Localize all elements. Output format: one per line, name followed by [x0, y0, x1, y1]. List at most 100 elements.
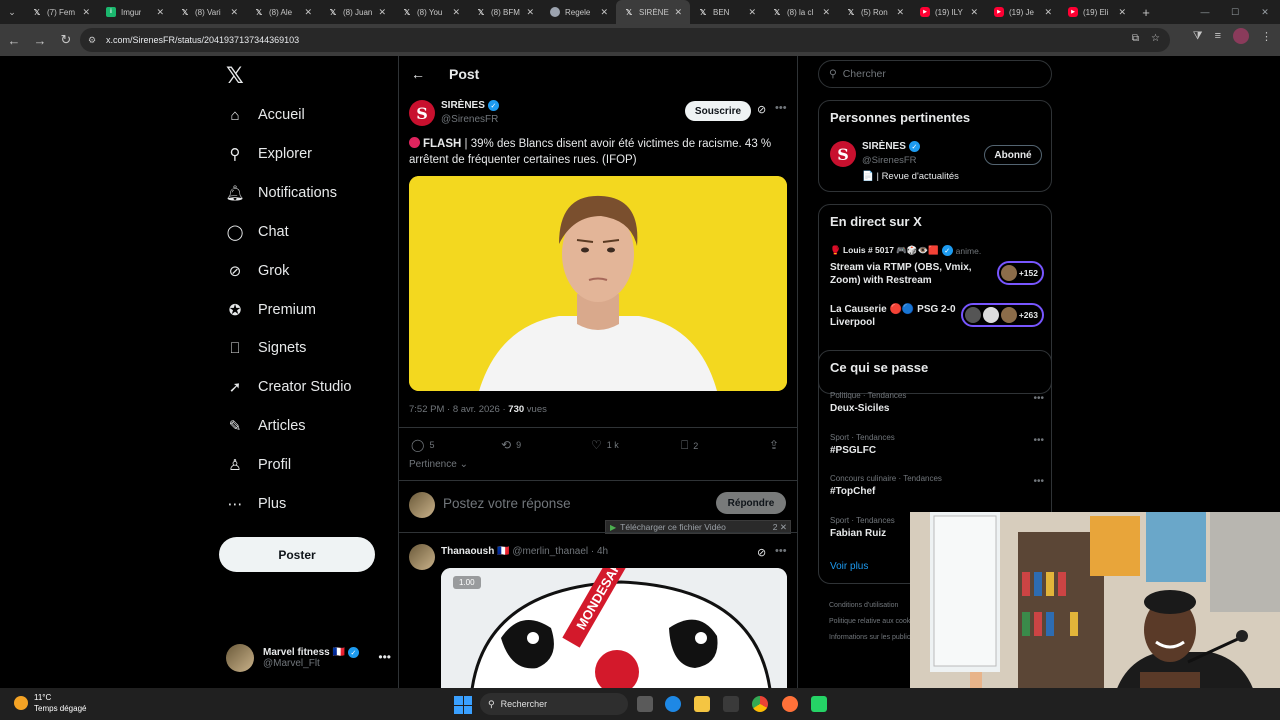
weather-widget[interactable]: 11°C Temps dégagé — [14, 692, 86, 714]
sidebar-item-articles[interactable]: ✎ Articles — [226, 411, 306, 441]
tab-close-icon[interactable]: ✕ — [230, 7, 238, 18]
browser-tab[interactable]: 𝕏 (8) Ale ✕ — [246, 0, 320, 24]
browser-tab[interactable]: 𝕏 (5) Ron ✕ — [838, 0, 912, 24]
author-handle[interactable]: @SirenesFR — [441, 114, 498, 125]
tab-close-icon[interactable]: ✕ — [674, 7, 682, 18]
sidebar-item-profile[interactable]: ♙ Profil — [226, 450, 291, 480]
sidebar-item-creator-studio[interactable]: ➚ Creator Studio — [226, 372, 352, 402]
browser-tab[interactable]: ▶ (19) Eli ✕ — [1060, 0, 1134, 24]
playback-speed[interactable]: 1.00 — [453, 576, 481, 589]
terms-link[interactable]: Conditions d'utilisation — [829, 598, 921, 614]
minimize-icon[interactable]: — — [1190, 0, 1220, 24]
more-icon[interactable]: ••• — [775, 545, 787, 557]
subscribe-button[interactable]: Souscrire — [685, 101, 751, 121]
edge-icon[interactable] — [665, 696, 681, 712]
sidebar-item-explore[interactable]: ⚲ Explorer — [226, 139, 313, 169]
bookmark-star-icon[interactable]: ☆ — [1151, 33, 1160, 44]
forward-icon[interactable]: → — [28, 28, 52, 52]
tab-close-icon[interactable]: ✕ — [304, 7, 312, 18]
following-button[interactable]: Abonné — [984, 145, 1042, 165]
more-icon[interactable]: ••• — [1033, 393, 1044, 404]
tab-search-icon[interactable]: ⌄ — [0, 0, 24, 24]
sort-dropdown[interactable]: Pertinence ⌄ — [409, 459, 468, 470]
live-listeners[interactable]: +263 — [960, 303, 1044, 327]
browser-tab[interactable]: 𝕏 (8) BFM ✕ — [468, 0, 542, 24]
whatsapp-icon[interactable] — [811, 696, 827, 712]
back-icon[interactable]: ← — [2, 28, 26, 52]
browser-tab[interactable]: ▶ (19) ILY ✕ — [912, 0, 986, 24]
url-bar[interactable]: ⚙ x.com/SirenesFR/status/204193713734436… — [80, 28, 1170, 52]
new-tab-button[interactable]: + — [1134, 5, 1158, 20]
more-icon[interactable]: ••• — [1033, 435, 1044, 446]
trend-item[interactable]: Concours culinaire · Tendances #TopChef ••… — [830, 474, 1044, 497]
author-name[interactable]: SIRÈNES — [441, 100, 485, 111]
tab-close-icon[interactable]: ✕ — [822, 7, 830, 18]
live-listeners[interactable]: +152 — [996, 261, 1044, 285]
tab-close-icon[interactable]: ✕ — [1118, 7, 1126, 18]
trend-item[interactable]: Politique · Tendances Deux-Siciles ••• — [830, 391, 1044, 414]
cookies-link[interactable]: Politique relative aux cookies — [829, 614, 921, 630]
start-icon[interactable] — [454, 696, 472, 714]
like-action[interactable]: ♡ 1 k — [591, 438, 619, 452]
browser-tab[interactable]: 𝕏 (8) Juan ✕ — [320, 0, 394, 24]
tab-close-icon[interactable]: ✕ — [378, 7, 386, 18]
file-explorer-icon[interactable] — [694, 696, 710, 712]
bookmark-action[interactable]: ⎕ 2 — [681, 438, 698, 453]
store-icon[interactable] — [723, 696, 739, 712]
tab-close-icon[interactable]: ✕ — [1044, 7, 1052, 18]
back-arrow-icon[interactable]: ← — [411, 66, 425, 82]
live-item[interactable]: La Causerie 🔴🔵 PSG 2-0 Liverpool +263 — [830, 301, 1044, 335]
account-switcher[interactable]: Marvel fitness 🇫🇷 ✓ @Marvel_Flt ••• — [226, 642, 391, 674]
media-icon[interactable]: ≡ — [1215, 30, 1221, 42]
avatar[interactable]: S — [830, 141, 856, 167]
grok-icon[interactable]: ⊘ — [757, 546, 766, 559]
sidebar-item-notifications[interactable]: 🔔︎ Notifications — [225, 178, 337, 208]
person-row[interactable]: S SIRÈNES ✓ @SirenesFR 📄 | Revue d'actua… — [830, 141, 1044, 185]
tab-close-icon[interactable]: ✕ — [748, 7, 756, 18]
avatar[interactable] — [409, 544, 435, 570]
tweet-time[interactable]: 7:52 PM · 8 avr. 2026 · — [409, 404, 508, 415]
sidebar-item-bookmarks[interactable]: ⎕ Signets — [226, 333, 306, 363]
firefox-icon[interactable] — [782, 696, 798, 712]
tab-close-icon[interactable]: ✕ — [896, 7, 904, 18]
tab-close-icon[interactable]: ✕ — [452, 7, 460, 18]
reload-icon[interactable]: ↻ — [54, 28, 78, 52]
browser-tab[interactable]: 𝕏 BEN ✕ — [690, 0, 764, 24]
browser-tab[interactable]: ▶ (19) Je ✕ — [986, 0, 1060, 24]
reply-input[interactable]: Postez votre réponse — [443, 496, 571, 511]
sidebar-item-grok[interactable]: ⊘ Grok — [226, 256, 290, 286]
live-item[interactable]: 🥊 Louis # 5017 🎮🎲👁️🟥 ✓ anime. Stream via… — [830, 245, 1044, 286]
avatar[interactable]: S — [409, 100, 435, 126]
see-more-link[interactable]: Voir plus — [830, 561, 868, 572]
browser-tab[interactable]: 𝕏 (7) Fem ✕ — [24, 0, 98, 24]
close-icon[interactable]: ✕ — [1250, 0, 1280, 24]
taskbar-search[interactable]: ⚲ Rechercher — [480, 693, 628, 715]
browser-tab[interactable]: 𝕏 (8) la cl ✕ — [764, 0, 838, 24]
trend-item[interactable]: Sport · Tendances #PSGLFC ••• — [830, 433, 1044, 456]
profile-avatar[interactable] — [1233, 28, 1249, 44]
sidebar-item-chat[interactable]: ◯ Chat — [226, 217, 289, 247]
site-info-icon[interactable]: ⚙ — [88, 35, 100, 46]
browser-tab[interactable]: 𝕏 SIRÈNE ✕ — [616, 0, 690, 24]
extensions-icon[interactable]: ⧩ — [1193, 30, 1203, 43]
tab-close-icon[interactable]: ✕ — [156, 7, 164, 18]
install-icon[interactable]: ⧉ — [1132, 33, 1139, 44]
browser-tab[interactable]: 𝕏 (8) Vari ✕ — [172, 0, 246, 24]
sidebar-item-more[interactable]: ⋯ Plus — [226, 489, 287, 519]
task-view-icon[interactable] — [637, 696, 653, 712]
post-button[interactable]: Poster — [219, 537, 375, 572]
maximize-icon[interactable]: ☐ — [1220, 0, 1250, 24]
reply-button[interactable]: Répondre — [716, 492, 786, 514]
sidebar-item-premium[interactable]: ✪ Premium — [226, 295, 316, 325]
share-action[interactable]: ⇪ — [769, 438, 779, 452]
chrome-icon[interactable] — [752, 696, 768, 712]
reply-action[interactable]: ◯ 5 — [411, 438, 434, 452]
tab-close-icon[interactable]: ✕ — [526, 7, 534, 18]
more-icon[interactable]: ••• — [1033, 476, 1044, 487]
reply-video[interactable]: MONDESAPTI 1.00 — [441, 568, 787, 688]
tab-close-icon[interactable]: ✕ — [970, 7, 978, 18]
repost-action[interactable]: ⟲ 9 — [501, 438, 521, 452]
search-input[interactable]: ⚲ Chercher — [818, 60, 1052, 88]
browser-tab[interactable]: Regele ✕ — [542, 0, 616, 24]
ads-info-link[interactable]: Informations sur les publicités — [829, 630, 921, 646]
